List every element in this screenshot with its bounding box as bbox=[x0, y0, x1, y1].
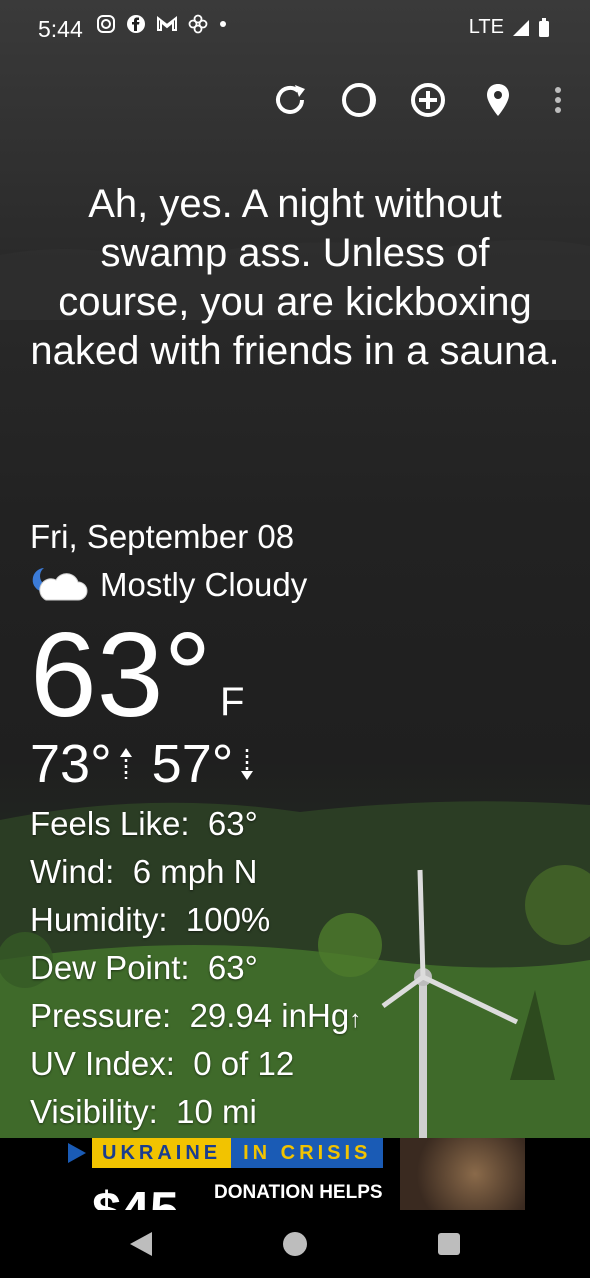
wind-row: Wind: 6 mph N bbox=[30, 853, 258, 890]
high-temp: 73° bbox=[30, 734, 112, 794]
add-location-button[interactable] bbox=[406, 78, 450, 122]
back-icon[interactable] bbox=[130, 1232, 152, 1256]
ad-headline: UKRAINE IN CRISIS bbox=[92, 1138, 384, 1168]
gmail-icon bbox=[157, 15, 177, 31]
network-type: LTE bbox=[468, 16, 504, 38]
forecast-date: Fri, September 08 bbox=[30, 518, 295, 555]
location-button[interactable] bbox=[476, 78, 520, 122]
refresh-button[interactable] bbox=[268, 78, 312, 122]
add-location-icon bbox=[411, 83, 445, 117]
status-bar: 5:44 LTE bbox=[0, 0, 590, 60]
app-toolbar bbox=[0, 78, 590, 122]
humidity-row: Humidity: 100% bbox=[30, 901, 271, 938]
dot-icon bbox=[220, 21, 226, 27]
uv-index-row: UV Index: 0 of 12 bbox=[30, 1045, 295, 1082]
home-icon[interactable] bbox=[283, 1232, 307, 1256]
pressure-trend-icon: ↑ bbox=[349, 1006, 362, 1033]
system-nav-bar bbox=[0, 1210, 590, 1278]
arrow-down-icon bbox=[241, 749, 254, 780]
pinwheel-icon bbox=[188, 14, 208, 34]
condition-row: Mostly Cloudy bbox=[30, 566, 307, 604]
high-low-row: 73° 57° bbox=[30, 733, 255, 795]
ad-image bbox=[400, 1138, 525, 1210]
location-pin-icon bbox=[487, 84, 509, 116]
dew-point-row: Dew Point: 63° bbox=[30, 949, 258, 986]
low-temp: 57° bbox=[151, 734, 234, 794]
recents-icon[interactable] bbox=[438, 1233, 460, 1255]
more-vert-icon bbox=[555, 87, 561, 113]
temperature-unit: F bbox=[220, 680, 245, 724]
ad-banner[interactable]: UKRAINE IN CRISIS $45 DONATION HELPS bbox=[0, 1138, 590, 1210]
arrow-up-icon bbox=[119, 748, 132, 779]
moon-phase-button[interactable] bbox=[337, 78, 381, 122]
refresh-icon bbox=[276, 85, 305, 114]
facebook-icon bbox=[127, 15, 145, 33]
weather-details: Feels Like: 63° Wind: 6 mph N Humidity: … bbox=[30, 800, 361, 1136]
weather-quote: Ah, yes. A night without swamp ass. Unle… bbox=[30, 182, 560, 373]
partly-cloudy-night-icon bbox=[32, 568, 88, 601]
moon-phase-icon bbox=[342, 83, 376, 117]
feels-like-row: Feels Like: 63° bbox=[30, 805, 258, 842]
visibility-row: Visibility: 10 mi bbox=[30, 1093, 257, 1130]
instagram-icon bbox=[97, 15, 115, 33]
signal-icon bbox=[513, 19, 529, 36]
pressure-row: Pressure: 29.94 inHg↑ bbox=[30, 997, 362, 1034]
ad-choices-icon[interactable] bbox=[68, 1143, 86, 1163]
battery-icon bbox=[539, 17, 549, 37]
condition-text: Mostly Cloudy bbox=[100, 566, 308, 603]
status-time: 5:44 bbox=[38, 16, 83, 42]
more-options-button[interactable] bbox=[536, 78, 580, 122]
ad-text: DONATION HELPS bbox=[214, 1182, 383, 1203]
current-temperature: 63° bbox=[30, 608, 212, 742]
ad-amount: $45 bbox=[92, 1176, 179, 1210]
